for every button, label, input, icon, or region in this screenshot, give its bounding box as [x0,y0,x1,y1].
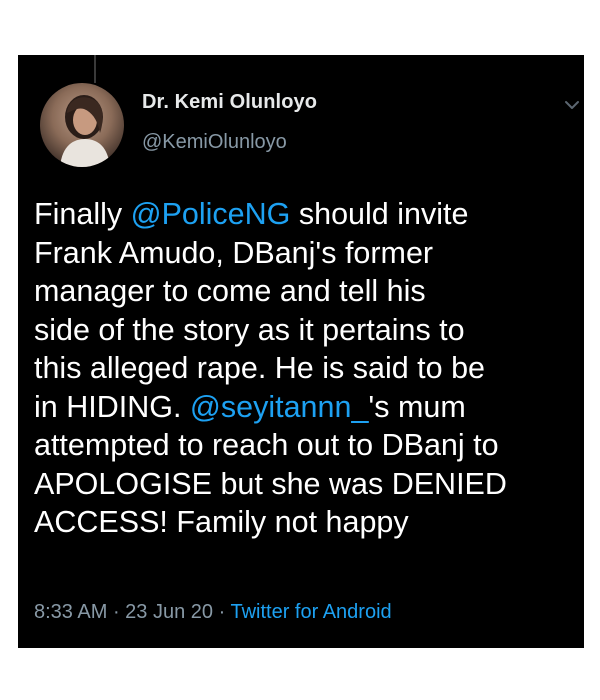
tweet-text: Finally @PoliceNG should invite Frank Am… [34,195,582,542]
avatar[interactable] [40,83,124,167]
mention-link[interactable]: @PoliceNG [131,197,291,231]
meta-separator: · [213,601,231,623]
meta-separator: · [107,601,126,623]
mention-link[interactable]: @seyitannn_ [190,390,369,424]
chevron-down-icon[interactable] [564,99,580,111]
tweet-card: Dr. Kemi Olunloyo @KemiOlunloyo Finally … [18,55,584,648]
tweet-text-segment: Finally [34,197,131,231]
tweet-source-link[interactable]: Twitter for Android [230,601,391,623]
tweet-date[interactable]: 23 Jun 20 [125,601,213,623]
profile-photo-icon [60,95,110,167]
author-name[interactable]: Dr. Kemi Olunloyo [142,91,317,114]
author-handle[interactable]: @KemiOlunloyo [142,131,287,154]
tweet-meta: 8:33 AM · 23 Jun 20 · Twitter for Androi… [34,601,392,624]
thread-line [94,55,96,83]
tweet-time[interactable]: 8:33 AM [34,601,107,623]
